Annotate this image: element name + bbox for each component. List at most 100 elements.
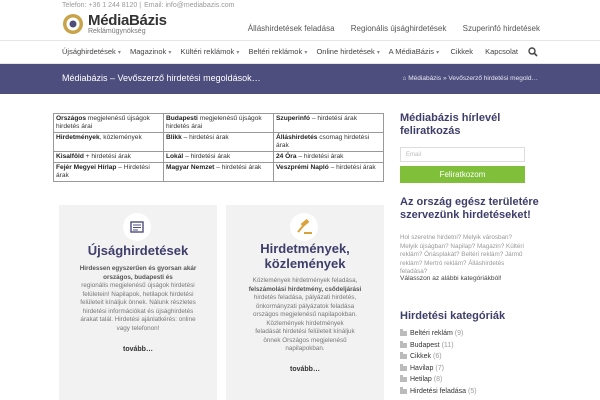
contact-info: Telefon: +36 1 244 8120 | Email: info@med…: [62, 2, 237, 9]
card-title[interactable]: Újsághirdetések: [59, 243, 217, 258]
newspaper-icon: [130, 221, 144, 233]
campaign-text: Hol szeretne hirdetni? Melyik városban? …: [400, 234, 524, 275]
category-count: (6): [433, 353, 442, 360]
subscribe-button[interactable]: Feliratkozom: [400, 166, 525, 183]
nav-item-articles[interactable]: Cikkek: [450, 47, 473, 56]
campaign-title: Az ország egész területére szervezünk hi…: [400, 196, 539, 221]
main-nav: Újsághirdetések ▾ Magazinok ▾ Kültéri re…: [0, 40, 600, 64]
top-links: Álláshirdetések feladása Regionális újsá…: [234, 24, 540, 33]
nav-item-newspaper-ads[interactable]: Újsághirdetések ▾: [62, 47, 121, 56]
top-link-szuperinfo[interactable]: Szuperinfó hirdetések: [463, 24, 540, 33]
folder-icon: [400, 329, 407, 336]
folder-icon: [400, 340, 407, 348]
folder-icon: [400, 375, 407, 382]
card-description: Hirdessen egyszerűen és gyorsan akár ors…: [79, 265, 197, 332]
table-cell[interactable]: Fejér Megyei Hírlap – Hirdetési árak: [53, 162, 164, 182]
icon-circle: [123, 213, 151, 241]
category-name: Beltéri reklám: [410, 330, 453, 337]
top-link-job-ads[interactable]: Álláshirdetések feladása: [248, 24, 335, 33]
logo-name: MédiaBázis: [88, 12, 167, 29]
read-more-link[interactable]: tovább…: [226, 366, 384, 373]
card-title[interactable]: Hirdetmények, közlemények: [226, 241, 384, 271]
list-item[interactable]: Budapest (11): [400, 340, 530, 354]
table-cell[interactable]: Szuperinfó – hirdetési árak: [273, 113, 384, 133]
nav-label: Kültéri reklámok: [180, 47, 235, 56]
nav-item-indoor[interactable]: Beltéri reklámok ▾: [248, 47, 307, 56]
card-newspaper-ads: Újsághirdetések Hirdessen egyszerűen és …: [59, 205, 217, 400]
table-row: Hirdetmények, közlemények Blikk – hirdet…: [53, 132, 384, 152]
category-name: Hirdetési feladása: [410, 387, 467, 395]
chevron-down-icon: ▾: [436, 50, 440, 56]
nav-item-contact[interactable]: Kapcsolat: [485, 47, 518, 56]
list-item[interactable]: Beltéri reklám (9): [400, 329, 530, 342]
nav-label: Beltéri reklámok: [248, 47, 303, 56]
breadcrumb-current: Vevőszerző hirdetési megold…: [448, 75, 538, 82]
table-cell[interactable]: Blikk – hirdetési árak: [163, 132, 274, 152]
nav-item-about[interactable]: A MédiaBázis ▾: [389, 47, 440, 56]
table-cell[interactable]: Veszprémi Napló – hirdetési árak: [273, 162, 384, 182]
category-count: (7): [435, 364, 444, 372]
page-title-bar: Médiabázis – Vevőszerző hirdetési megold…: [0, 64, 600, 94]
list-item[interactable]: Hetilap (8): [400, 375, 530, 388]
nav-label: Magazinok: [129, 47, 167, 56]
search-icon[interactable]: [528, 47, 538, 57]
nav-item-outdoor[interactable]: Kültéri reklámok ▾: [180, 47, 239, 56]
list-item[interactable]: Hirdetési feladása (5): [400, 386, 530, 400]
icon-circle: [290, 213, 318, 241]
category-name: Hetilap: [410, 376, 432, 383]
top-link-regional[interactable]: Regionális újsághirdetések: [351, 24, 447, 33]
email-field[interactable]: Email: [400, 147, 525, 162]
table-cell[interactable]: Kisalföld + hirdetési árak: [53, 151, 164, 163]
gavel-icon: [297, 218, 312, 234]
category-name: Havilap: [410, 364, 434, 372]
table-row: Országos megjelenésű újságok hirdetés ár…: [53, 113, 384, 133]
logo-subtitle: Reklámügynökség: [88, 28, 146, 35]
home-icon[interactable]: ⌂: [403, 75, 407, 82]
table-cell[interactable]: Hirdetmények, közlemények: [53, 132, 164, 152]
folder-icon: [400, 363, 407, 371]
breadcrumb: ⌂ Médiabázis » Vevőszerző hirdetési mego…: [403, 75, 539, 82]
category-count: (9): [454, 330, 464, 337]
list-item[interactable]: Cikkek (6): [400, 352, 530, 365]
select-category-text: Válasszon az alábbi kategóriákból!: [400, 275, 502, 282]
logo-mark-icon: [63, 14, 83, 34]
nav-item-online[interactable]: Online hirdetések ▾: [316, 47, 379, 56]
table-row: Fejér Megyei Hírlap – Hirdetési árak Mag…: [53, 162, 384, 182]
category-name: Cikkek: [410, 353, 432, 360]
category-name: Budapest: [410, 341, 440, 349]
table-row: Kisalföld + hirdetési árak Lokál – hirde…: [53, 151, 384, 163]
chevron-down-icon: ▾: [236, 50, 240, 56]
table-cell[interactable]: Lokál – hirdetési árak: [163, 151, 274, 163]
table-cell[interactable]: Budapesti megjelenésű újságok hirdetés á…: [163, 113, 274, 133]
card-announcements: Hirdetmények, közlemények Közlemények hi…: [226, 205, 384, 400]
category-count: (11): [441, 341, 454, 349]
price-links-table: Országos megjelenésű újságok hirdetés ár…: [53, 113, 384, 182]
category-count: (5): [468, 387, 477, 395]
table-cell[interactable]: Magyar Nemzet – hirdetési árak: [163, 162, 274, 182]
email-link[interactable]: Email: info@mediabazis.com: [144, 2, 234, 9]
folder-icon: [400, 352, 407, 359]
top-bar: Telefon: +36 1 244 8120 | Email: info@med…: [0, 0, 600, 40]
table-cell[interactable]: Országos megjelenésű újságok hirdetés ár…: [53, 113, 164, 133]
category-list: Beltéri reklám (9) Budapest (11) Cikkek (6)…: [400, 329, 530, 400]
table-cell[interactable]: 24 Óra – hirdetési árak: [273, 151, 384, 163]
chevron-down-icon: ▾: [304, 50, 308, 56]
folder-icon: [400, 386, 407, 394]
nav-label: Újsághirdetések: [62, 47, 116, 56]
page-title: Médiabázis – Vevőszerző hirdetési megold…: [62, 73, 261, 83]
read-more-link[interactable]: tovább…: [59, 346, 217, 353]
nav-label: A MédiaBázis: [388, 47, 435, 56]
list-item[interactable]: Havilap (7): [400, 363, 530, 377]
category-count: (8): [433, 376, 443, 383]
table-cell[interactable]: Álláshirdetés csomag hirdetési árak: [273, 132, 384, 152]
categories-title: Hirdetési kategóriák: [400, 310, 506, 322]
chevron-down-icon: ▾: [168, 50, 172, 56]
breadcrumb-home[interactable]: Médiabázis: [408, 75, 441, 82]
breadcrumb-separator: »: [442, 75, 447, 82]
chevron-down-icon: ▾: [376, 50, 380, 56]
newsletter-title: Médiabázis hírlevél feliratkozás: [400, 112, 501, 137]
nav-item-magazines[interactable]: Magazinok ▾: [130, 47, 171, 56]
nav-label: Online hirdetések: [316, 47, 375, 56]
chevron-down-icon: ▾: [117, 50, 121, 56]
logo[interactable]: MédiaBázis Reklámügynökség: [62, 11, 167, 39]
